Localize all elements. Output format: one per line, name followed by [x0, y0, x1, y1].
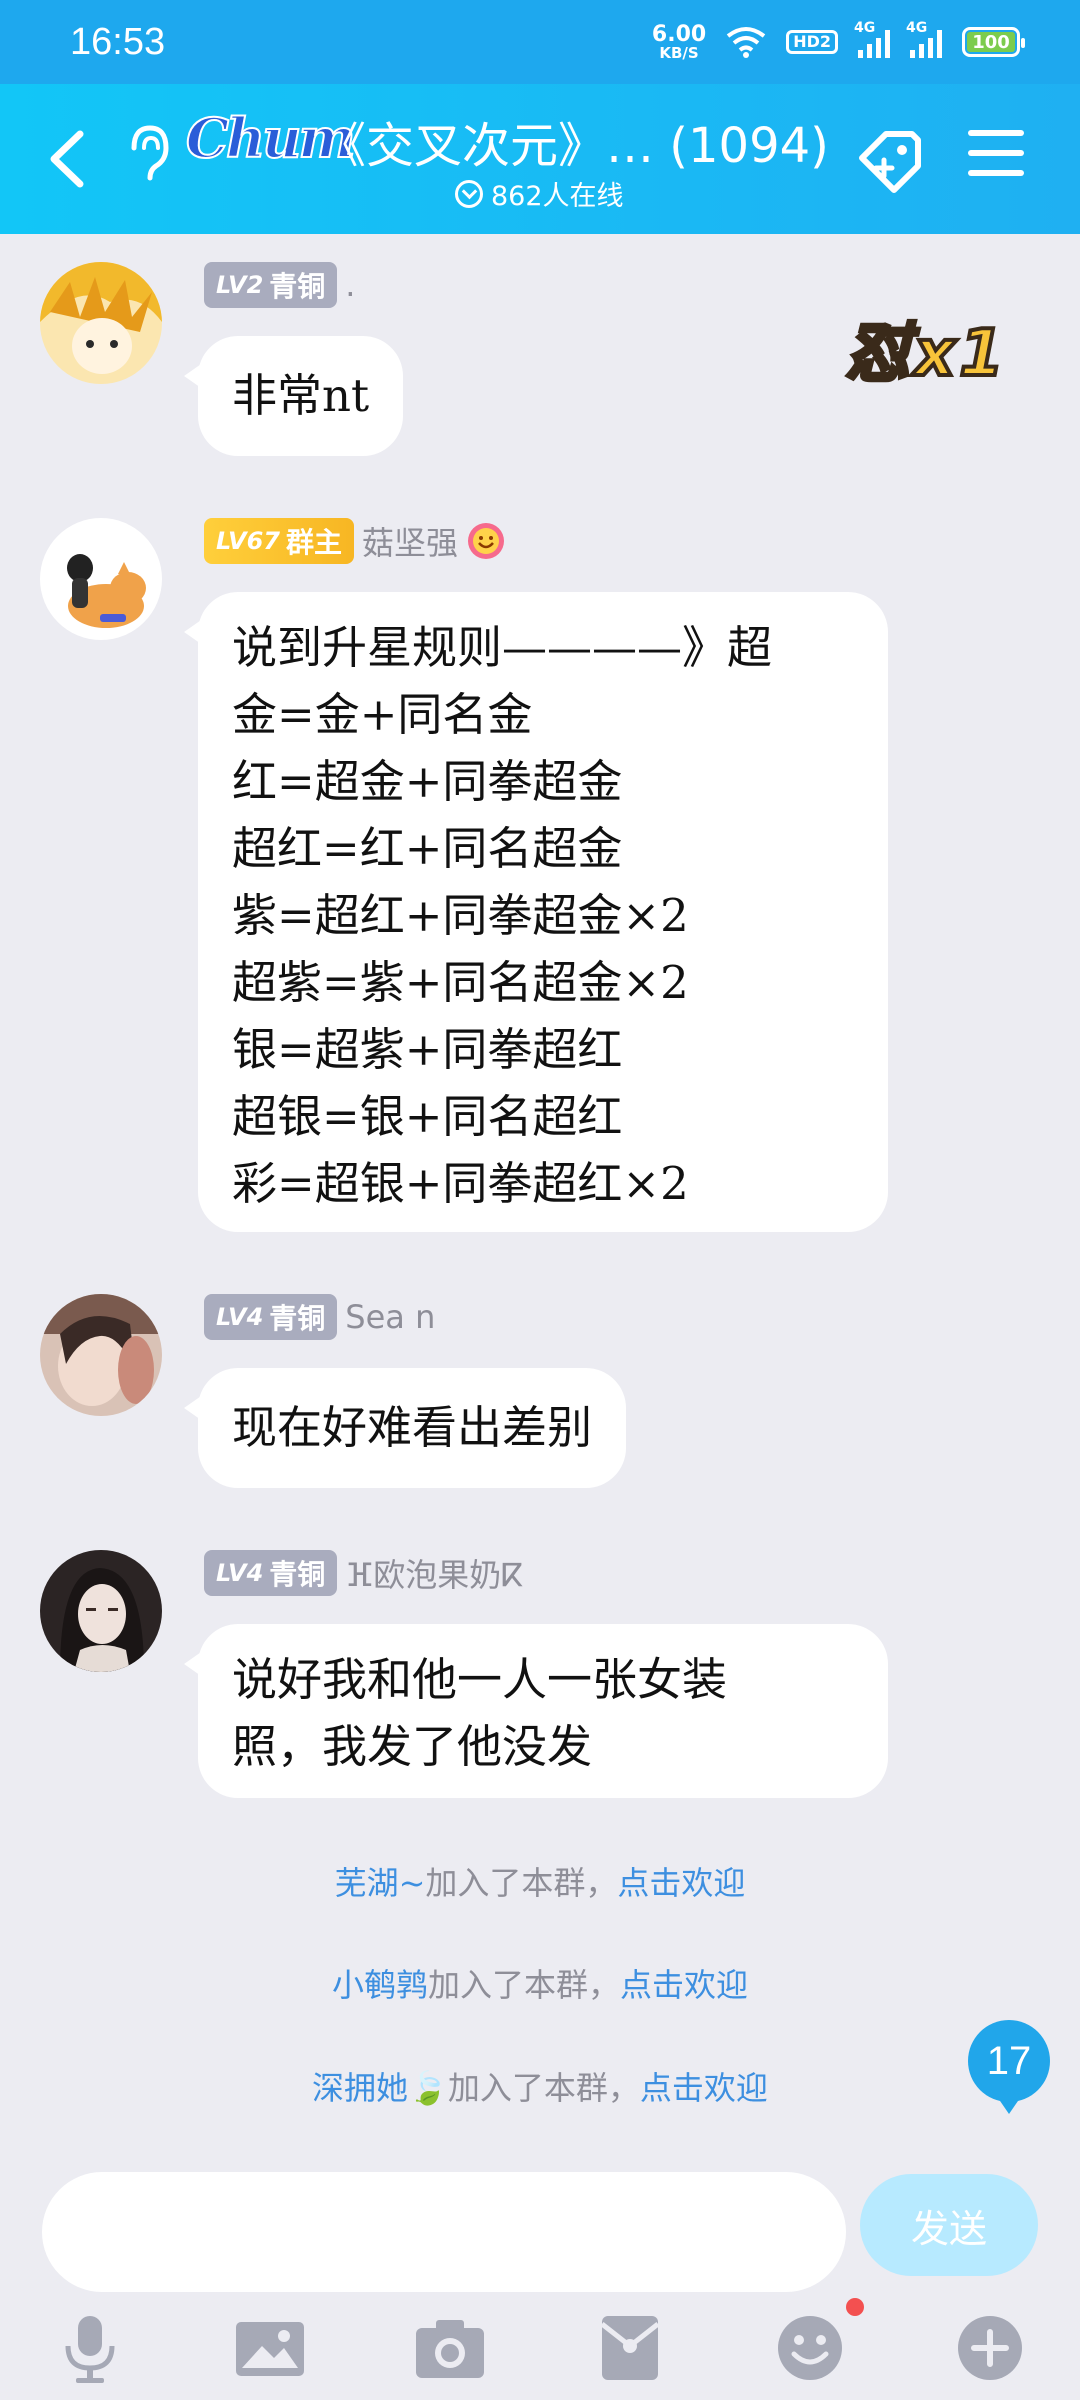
level-badge: LV2 青铜: [204, 262, 338, 308]
join-text: 加入了本群，: [425, 1864, 618, 1902]
join-text: 加入了本群，: [427, 1966, 620, 2004]
emoji-icon[interactable]: [772, 2310, 848, 2386]
wifi-icon: [726, 27, 766, 58]
send-button[interactable]: 发送: [860, 2174, 1038, 2276]
red-packet-icon[interactable]: [592, 2310, 668, 2386]
unread-count-badge[interactable]: 17: [968, 2020, 1050, 2114]
sender-nickname[interactable]: .: [345, 266, 355, 304]
rank-text: 青铜: [269, 1302, 326, 1335]
level-text: LV67: [216, 527, 280, 555]
chevron-circle-icon: [455, 179, 483, 208]
join-notice: 小鹌鹑加入了本群，点击欢迎: [0, 1960, 1080, 2006]
tag-icon[interactable]: [852, 124, 928, 200]
sender-meta: LV4 青铜 ⴼ欧泡果奶ⴽ: [204, 1550, 523, 1596]
signal-icon: 4G: [854, 20, 890, 58]
level-text: LV4: [216, 1559, 264, 1587]
net-speed: 6.00 KB/S: [651, 21, 707, 62]
group-logo: Chum: [185, 105, 357, 171]
avatar[interactable]: [40, 262, 162, 384]
smile-emoji-icon: [468, 523, 504, 559]
status-bar: 16:53 6.00 KB/S HD2 4G 4G 100: [0, 0, 1080, 84]
join-text: 加入了本群，: [447, 2069, 640, 2107]
message-bubble[interactable]: 说到升星规则————》超 金=金+同名金 红=超金+同拳超金 超红=红+同名超金…: [184, 592, 888, 1232]
sender-meta: LV67 群主 菇坚强: [204, 518, 506, 564]
camera-icon[interactable]: [412, 2310, 488, 2386]
level-badge: LV4 青铜: [204, 1294, 338, 1340]
message-input[interactable]: [42, 2172, 846, 2292]
rank-text: 青铜: [269, 270, 326, 303]
net-speed-unit: KB/S: [659, 43, 699, 62]
join-user[interactable]: 深拥她🍃: [312, 2069, 448, 2107]
group-title[interactable]: 《交叉次元》… (1094): [318, 106, 829, 176]
message-bubble[interactable]: 说好我和他一人一张女装 照，我发了他没发: [184, 1624, 888, 1798]
message-bubble[interactable]: 现在好难看出差别: [183, 1368, 627, 1488]
microphone-icon[interactable]: [52, 2310, 128, 2386]
back-icon[interactable]: [40, 124, 96, 194]
sender-nickname[interactable]: 菇坚强: [362, 518, 458, 564]
welcome-link[interactable]: 点击欢迎: [620, 1966, 748, 2004]
signal-icon-2: 4G: [906, 20, 942, 58]
join-user[interactable]: 芜湖~: [335, 1864, 426, 1902]
level-badge: LV67 群主: [204, 518, 354, 564]
rank-text: 青铜: [269, 1558, 326, 1591]
image-icon[interactable]: [232, 2310, 308, 2386]
status-icons: 6.00 KB/S HD2 4G 4G 100: [651, 20, 1025, 62]
join-notice: 芜湖~加入了本群，点击欢迎: [0, 1858, 1080, 1904]
battery-level: 100: [972, 31, 1010, 53]
chat-header: Chum 《交叉次元》… (1094) 862人在线: [0, 84, 1080, 234]
rank-text: 群主: [285, 526, 342, 559]
battery-icon: 100: [962, 27, 1025, 57]
sender-nickname[interactable]: ⴼ欧泡果奶ⴽ: [345, 1550, 523, 1596]
input-toolbar: [0, 2300, 1080, 2400]
online-status[interactable]: 862人在线: [455, 174, 624, 213]
sender-meta: LV4 青铜 Sea n: [204, 1294, 435, 1340]
menu-icon[interactable]: [968, 130, 1024, 186]
net-speed-value: 6.00: [651, 21, 707, 47]
welcome-link[interactable]: 点击欢迎: [640, 2069, 768, 2107]
avatar[interactable]: [40, 1550, 162, 1672]
level-badge: LV4 青铜: [204, 1550, 338, 1596]
join-user[interactable]: 小鹌鹑: [332, 1966, 428, 2004]
sticker-badge: 怼x1: [844, 315, 1008, 393]
join-notice: 深拥她🍃加入了本群，点击欢迎: [0, 2063, 1080, 2109]
ear-icon[interactable]: [120, 118, 176, 188]
sender-meta: LV2 青铜 .: [204, 262, 355, 308]
signal-label-2: 4G: [906, 20, 928, 36]
level-text: LV4: [216, 1303, 264, 1331]
level-text: LV2: [216, 271, 264, 299]
sender-nickname[interactable]: Sea n: [345, 1298, 435, 1336]
hd-icon: HD2: [786, 30, 838, 54]
notification-dot: [846, 2298, 864, 2316]
status-time: 16:53: [70, 20, 166, 63]
plus-icon[interactable]: [952, 2310, 1028, 2386]
avatar[interactable]: [40, 518, 162, 640]
welcome-link[interactable]: 点击欢迎: [617, 1864, 745, 1902]
signal-label: 4G: [854, 20, 876, 36]
avatar[interactable]: [40, 1294, 162, 1416]
online-count: 862人在线: [491, 181, 624, 212]
message-bubble[interactable]: 非常nt: [183, 336, 404, 456]
